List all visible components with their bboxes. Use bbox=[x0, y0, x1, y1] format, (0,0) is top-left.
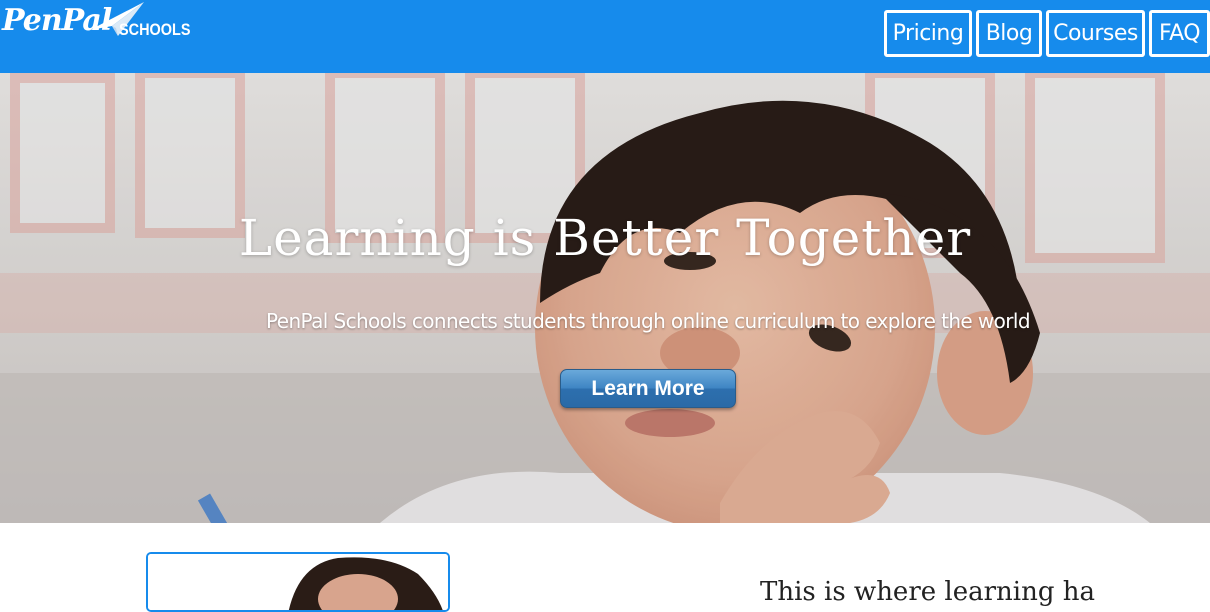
section-heading: This is where learning ha bbox=[760, 577, 1095, 607]
hero-photo-boy-thinking bbox=[0, 73, 1210, 523]
nav-courses-button[interactable]: Courses bbox=[1046, 10, 1145, 57]
site-header: PenPal SCHOOLS Pricing Blog Courses FAQ bbox=[0, 0, 1210, 73]
main-nav: Pricing Blog Courses FAQ bbox=[884, 10, 1210, 57]
logo-wordmark-schools: SCHOOLS bbox=[119, 20, 191, 39]
learn-more-button[interactable]: Learn More bbox=[560, 369, 736, 408]
feature-photo bbox=[148, 554, 448, 610]
site-logo[interactable]: PenPal SCHOOLS bbox=[0, 0, 200, 55]
hero-title: Learning is Better Together bbox=[238, 209, 972, 267]
nav-pricing-button[interactable]: Pricing bbox=[884, 10, 972, 57]
nav-faq-button[interactable]: FAQ bbox=[1149, 10, 1210, 57]
feature-image-card bbox=[146, 552, 450, 612]
hero-subtitle: PenPal Schools connects students through… bbox=[266, 309, 1031, 333]
hero-banner: Learning is Better Together PenPal Schoo… bbox=[0, 73, 1210, 523]
nav-blog-button[interactable]: Blog bbox=[976, 10, 1042, 57]
